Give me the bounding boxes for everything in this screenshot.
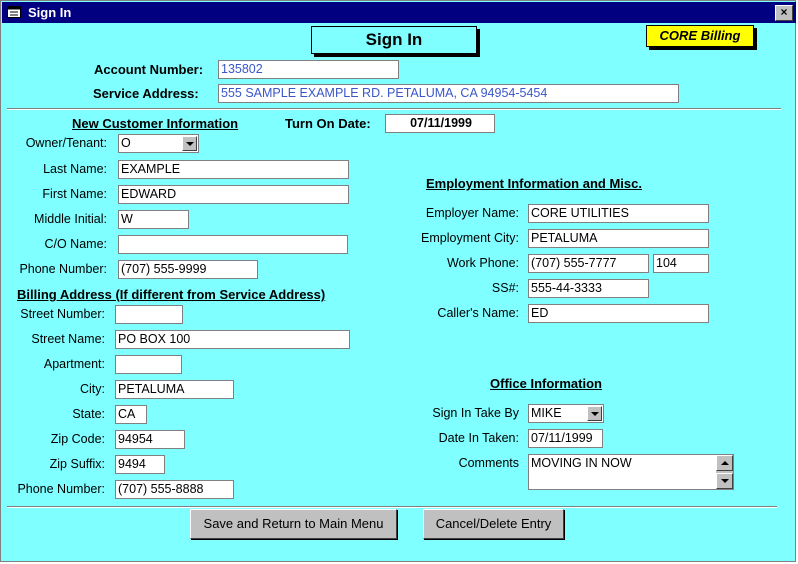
city-label: City:	[80, 382, 105, 396]
billing-address-heading: Billing Address (If different from Servi…	[17, 287, 326, 302]
divider-top	[7, 108, 781, 110]
owner-tenant-label: Owner/Tenant:	[25, 136, 107, 150]
street-name-field[interactable]: PO BOX 100	[115, 330, 350, 349]
middle-initial-field[interactable]: W	[118, 210, 189, 229]
scroll-down-icon[interactable]	[716, 473, 733, 489]
owner-tenant-value: O	[121, 136, 131, 150]
apartment-field[interactable]	[115, 355, 182, 374]
customer-phone-field[interactable]: (707) 555-9999	[118, 260, 258, 279]
cancel-delete-button[interactable]: Cancel/Delete Entry	[423, 509, 564, 539]
comments-label: Comments	[458, 456, 519, 470]
state-field[interactable]: CA	[115, 405, 147, 424]
comments-field[interactable]: MOVING IN NOW	[528, 454, 734, 490]
last-name-label: Last Name:	[43, 162, 107, 176]
turn-on-date-field[interactable]: 07/11/1999	[385, 114, 495, 133]
close-icon[interactable]: ×	[775, 5, 793, 21]
customer-phone-label: Phone Number:	[19, 262, 107, 276]
first-name-field[interactable]: EDWARD	[118, 185, 349, 204]
co-name-field[interactable]	[118, 235, 348, 254]
employment-city-field[interactable]: PETALUMA	[528, 229, 709, 248]
account-number-label: Account Number:	[94, 62, 204, 77]
dropdown-arrow-icon[interactable]	[587, 406, 602, 421]
zip-code-label: Zip Code:	[50, 432, 105, 446]
service-address-label: Service Address:	[93, 86, 199, 101]
zip-suffix-label: Zip Suffix:	[49, 457, 105, 471]
ssn-label: SS#:	[491, 281, 519, 295]
core-billing-badge: CORE Billing	[646, 25, 754, 47]
dropdown-arrow-icon[interactable]	[182, 136, 197, 151]
sign-in-take-by-combo[interactable]: MIKE	[528, 404, 604, 423]
city-field[interactable]: PETALUMA	[115, 380, 234, 399]
street-number-field[interactable]	[115, 305, 183, 324]
work-phone-label: Work Phone:	[446, 256, 519, 270]
account-number-field[interactable]: 135802	[218, 60, 399, 79]
service-address-field[interactable]: 555 SAMPLE EXAMPLE RD. PETALUMA, CA 9495…	[218, 84, 679, 103]
office-information-heading: Office Information	[490, 376, 602, 391]
employment-heading: Employment Information and Misc.	[426, 176, 642, 191]
zip-code-field[interactable]: 94954	[115, 430, 185, 449]
billing-phone-field[interactable]: (707) 555-8888	[115, 480, 234, 499]
date-in-taken-field[interactable]: 07/11/1999	[528, 429, 603, 448]
street-number-label: Street Number:	[20, 307, 105, 321]
zip-suffix-field[interactable]: 9494	[115, 455, 165, 474]
co-name-label: C/O Name:	[44, 237, 107, 251]
form-title: Sign In	[311, 26, 477, 54]
apartment-label: Apartment:	[43, 357, 105, 371]
first-name-label: First Name:	[42, 187, 107, 201]
work-phone-field[interactable]: (707) 555-7777	[528, 254, 649, 273]
employer-name-field[interactable]: CORE UTILITIES	[528, 204, 709, 223]
callers-name-label: Caller's Name:	[437, 306, 519, 320]
billing-phone-label: Phone Number:	[17, 482, 105, 496]
sign-in-take-by-label: Sign In Take By	[432, 406, 519, 420]
last-name-field[interactable]: EXAMPLE	[118, 160, 349, 179]
owner-tenant-combo[interactable]: O	[118, 134, 199, 153]
employment-city-label: Employment City:	[421, 231, 519, 245]
scroll-up-icon[interactable]	[716, 455, 733, 471]
form-icon[interactable]	[7, 6, 21, 18]
new-customer-heading: New Customer Information	[72, 116, 239, 131]
employer-name-label: Employer Name:	[425, 206, 519, 220]
work-phone-extension-field[interactable]: 104	[653, 254, 709, 273]
middle-initial-label: Middle Initial:	[34, 212, 107, 226]
window-title: Sign In	[28, 5, 72, 20]
street-name-label: Street Name:	[31, 332, 105, 346]
state-label: State:	[72, 407, 105, 421]
ssn-field[interactable]: 555-44-3333	[528, 279, 649, 298]
save-and-return-button[interactable]: Save and Return to Main Menu	[190, 509, 397, 539]
title-bar[interactable]: Sign In ×	[2, 2, 796, 23]
sign-in-window: Sign In × Sign In CORE Billing Account N…	[0, 0, 796, 562]
callers-name-field[interactable]: ED	[528, 304, 709, 323]
sign-in-take-by-value: MIKE	[531, 406, 562, 420]
date-in-taken-label: Date In Taken:	[438, 431, 519, 445]
turn-on-date-label: Turn On Date:	[285, 116, 371, 131]
divider-bottom	[7, 506, 777, 508]
comments-scrollbar[interactable]	[716, 455, 733, 489]
comments-text: MOVING IN NOW	[531, 456, 632, 470]
